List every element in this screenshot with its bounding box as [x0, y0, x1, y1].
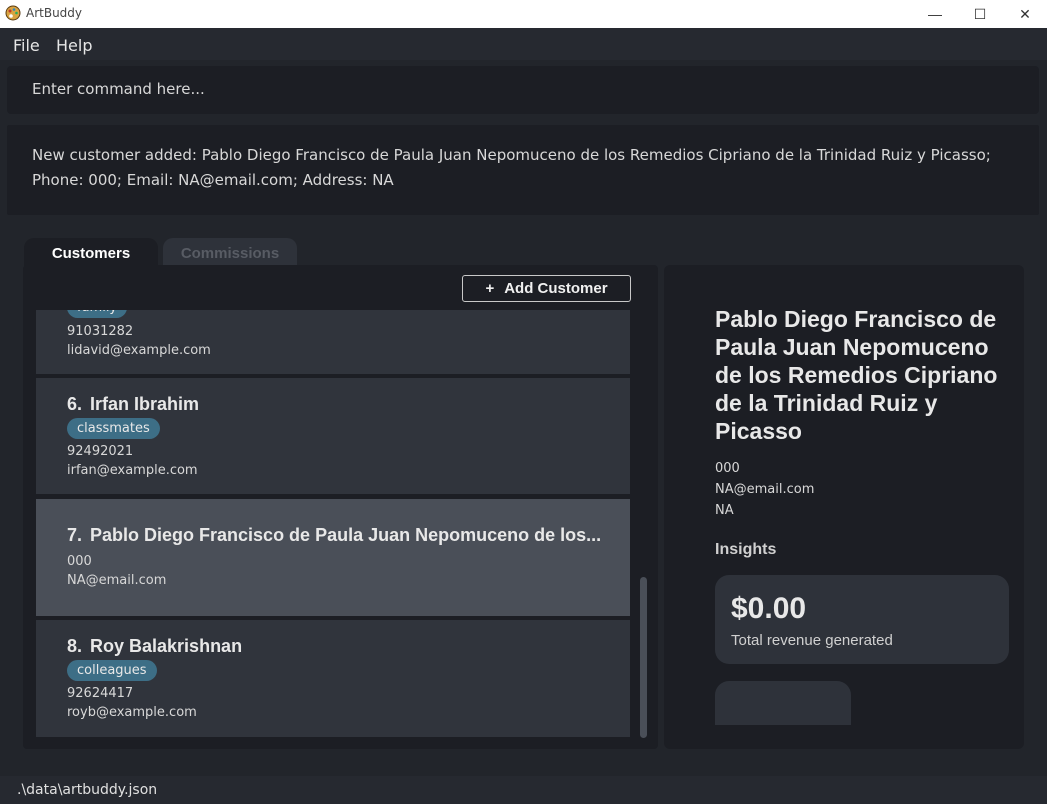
command-input[interactable]: [32, 80, 1012, 98]
detail-address: NA: [715, 503, 734, 518]
result-display: New customer added: Pablo Diego Francisc…: [7, 125, 1039, 215]
status-bar: .\data\artbuddy.json: [0, 776, 1047, 804]
customer-phone: 000: [67, 554, 92, 569]
title-bar: ArtBuddy — ☐ ✕: [0, 0, 1047, 28]
customer-name-text: Irfan Ibrahim: [90, 394, 200, 414]
tag-badge: colleagues: [67, 660, 157, 681]
result-message: New customer added: Pablo Diego Francisc…: [32, 146, 991, 189]
customer-index: 7.: [67, 525, 83, 545]
customer-phone: 92624417: [67, 686, 134, 701]
customer-email: lidavid@example.com: [67, 343, 211, 358]
customer-phone: 92492021: [67, 444, 134, 459]
app-palette-icon: [5, 5, 21, 21]
customer-name: 8. Roy Balakrishnan: [67, 636, 242, 657]
menu-file[interactable]: File: [13, 36, 40, 55]
revenue-label: Total revenue generated: [731, 632, 893, 649]
list-item[interactable]: 6. Irfan Ibrahim classmates 92492021 irfa…: [36, 378, 630, 494]
customer-name-text: Pablo Diego Francisco de Paula Juan Nepo…: [90, 525, 602, 545]
detail-customer-name: Pablo Diego Francisco de Paula Juan Nepo…: [715, 306, 998, 444]
tab-commissions[interactable]: Commissions: [163, 238, 297, 268]
add-customer-label: Add Customer: [504, 280, 608, 297]
tag-badge: family: [67, 310, 128, 318]
revenue-insight-card: $0.00 Total revenue generated: [715, 575, 1009, 664]
window-title: ArtBuddy: [26, 6, 83, 20]
maximize-button[interactable]: ☐: [957, 0, 1003, 28]
customer-index: 6.: [67, 394, 83, 414]
customer-email: royb@example.com: [67, 705, 197, 720]
customer-index: 8.: [67, 636, 83, 656]
insight-card: [715, 681, 851, 725]
detail-email: NA@email.com: [715, 482, 815, 497]
customer-name: 7. Pablo Diego Francisco de Paula Juan Ne…: [67, 525, 601, 546]
customer-name-text: Roy Balakrishnan: [90, 636, 243, 656]
customer-name: 6. Irfan Ibrahim: [67, 394, 199, 415]
close-button[interactable]: ✕: [1002, 0, 1047, 28]
minimize-button[interactable]: —: [912, 0, 958, 28]
list-item-selected[interactable]: 7. Pablo Diego Francisco de Paula Juan Ne…: [36, 499, 630, 616]
list-item[interactable]: 8. Roy Balakrishnan colleagues 92624417 r…: [36, 620, 630, 737]
detail-phone: 000: [715, 461, 740, 476]
customer-email: irfan@example.com: [67, 463, 198, 478]
insights-heading: Insights: [715, 541, 777, 558]
list-item[interactable]: family 91031282 lidavid@example.com: [36, 310, 630, 374]
tag-badge: classmates: [67, 418, 160, 439]
revenue-value: $0.00: [731, 592, 807, 625]
list-scrollbar[interactable]: [640, 577, 647, 738]
customer-phone: 91031282: [67, 324, 134, 339]
command-box: [7, 66, 1039, 114]
tab-customers[interactable]: Customers: [24, 238, 158, 268]
customer-list[interactable]: family 91031282 lidavid@example.com 6. Ir…: [36, 310, 630, 737]
menu-bar: File Help: [0, 28, 1047, 60]
customer-email: NA@email.com: [67, 573, 167, 588]
add-customer-button[interactable]: + Add Customer: [462, 275, 631, 302]
save-file-path: .\data\artbuddy.json: [17, 782, 158, 798]
plus-icon: +: [485, 280, 495, 297]
menu-help[interactable]: Help: [56, 36, 92, 55]
